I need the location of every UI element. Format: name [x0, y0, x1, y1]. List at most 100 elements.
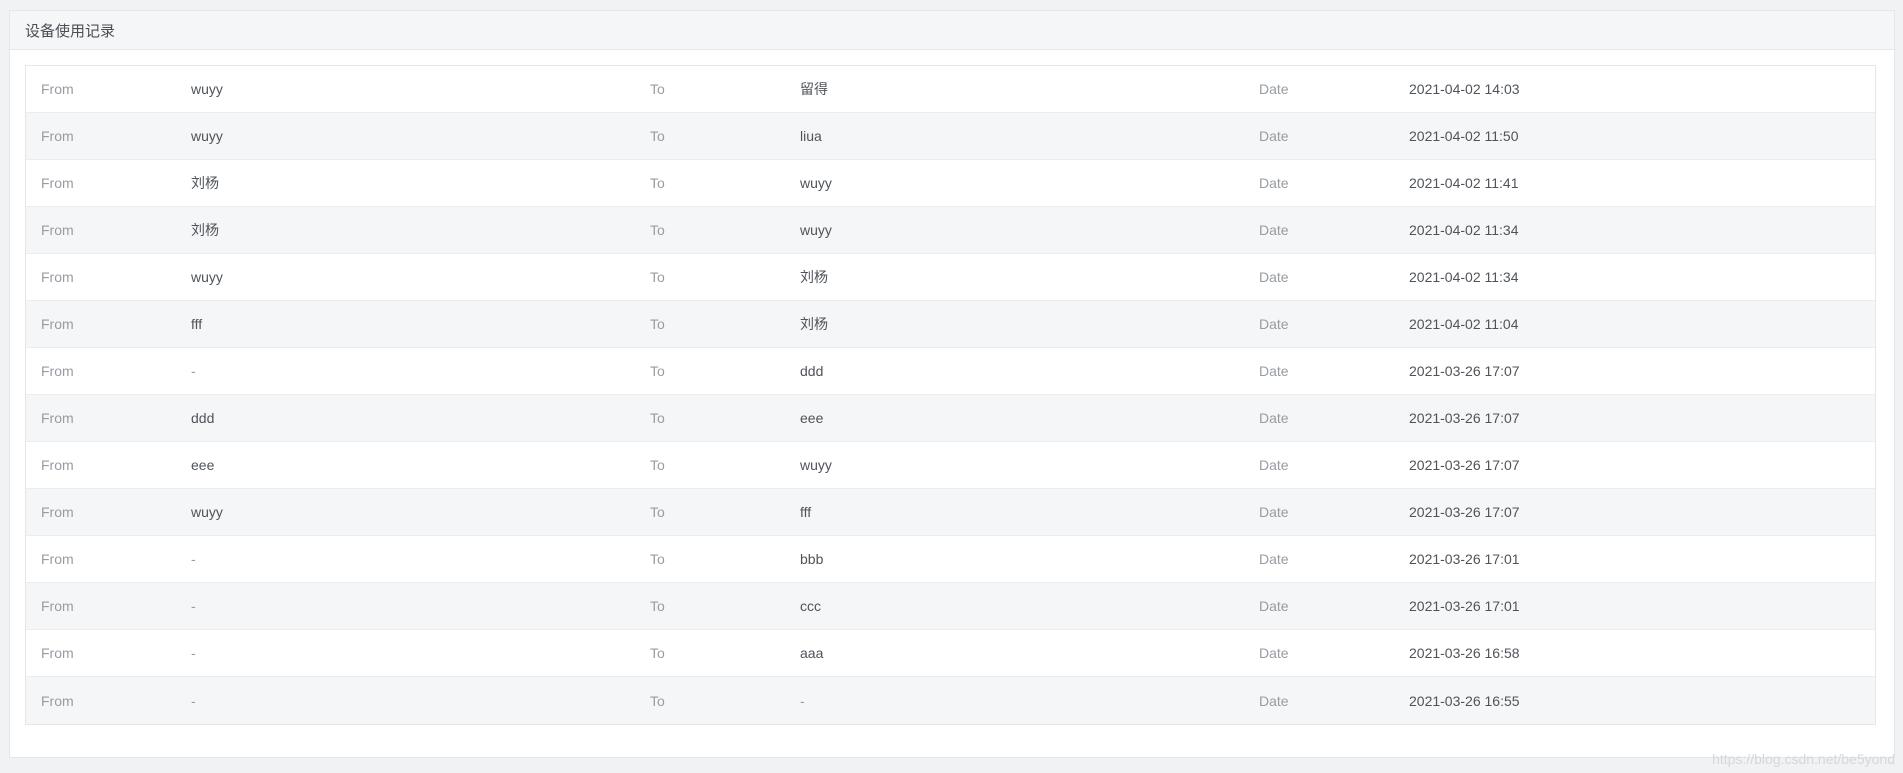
- date-value: 2021-03-26 17:07: [1409, 504, 1520, 520]
- to-value: liua: [800, 128, 822, 144]
- to-label: To: [650, 269, 665, 285]
- record-row: From 刘杨 To wuyy Date 2021-04-02 11:34: [26, 207, 1875, 254]
- to-label: To: [650, 457, 665, 473]
- device-usage-panel: 设备使用记录 From wuyy To 留得 Date 2021-04-02 1…: [9, 10, 1895, 758]
- date-label: Date: [1259, 316, 1289, 332]
- date-value: 2021-03-26 17:07: [1409, 410, 1520, 426]
- date-label: Date: [1259, 504, 1289, 520]
- record-row: From wuyy To fff Date 2021-03-26 17:07: [26, 489, 1875, 536]
- from-value: 刘杨: [191, 175, 219, 191]
- to-label: To: [650, 645, 665, 661]
- date-label: Date: [1259, 598, 1289, 614]
- record-row: From 刘杨 To wuyy Date 2021-04-02 11:41: [26, 160, 1875, 207]
- date-value: 2021-04-02 11:41: [1409, 175, 1519, 191]
- from-value: fff: [191, 316, 203, 332]
- from-value: wuyy: [191, 269, 223, 285]
- from-label: From: [41, 363, 74, 379]
- from-label: From: [41, 457, 74, 473]
- from-value: eee: [191, 457, 215, 473]
- usage-records-list: From wuyy To 留得 Date 2021-04-02 14:03 Fr…: [25, 65, 1876, 725]
- to-label: To: [650, 222, 665, 238]
- date-label: Date: [1259, 645, 1289, 661]
- to-label: To: [650, 598, 665, 614]
- date-value: 2021-04-02 11:50: [1409, 128, 1519, 144]
- record-row: From wuyy To liua Date 2021-04-02 11:50: [26, 113, 1875, 160]
- to-label: To: [650, 175, 665, 191]
- record-row: From ddd To eee Date 2021-03-26 17:07: [26, 395, 1875, 442]
- to-label: To: [650, 363, 665, 379]
- date-label: Date: [1259, 81, 1289, 97]
- from-value: -: [191, 692, 196, 709]
- record-row: From - To bbb Date 2021-03-26 17:01: [26, 536, 1875, 583]
- from-value: -: [191, 645, 196, 661]
- from-label: From: [41, 222, 74, 238]
- date-label: Date: [1259, 410, 1289, 426]
- to-value: eee: [800, 410, 824, 426]
- to-value: 刘杨: [800, 316, 828, 332]
- panel-title: 设备使用记录: [25, 22, 116, 40]
- watermark: https://blog.csdn.net/be5yond: [1712, 751, 1895, 767]
- date-label: Date: [1259, 128, 1289, 144]
- from-value: wuyy: [191, 81, 223, 97]
- date-label: Date: [1259, 175, 1289, 191]
- to-value: ccc: [800, 598, 821, 614]
- from-label: From: [41, 598, 74, 614]
- from-value: wuyy: [191, 128, 223, 144]
- to-label: To: [650, 128, 665, 144]
- date-value: 2021-04-02 14:03: [1409, 81, 1520, 97]
- date-label: Date: [1259, 363, 1289, 379]
- from-label: From: [41, 175, 74, 191]
- record-row: From - To ddd Date 2021-03-26 17:07: [26, 348, 1875, 395]
- date-value: 2021-04-02 11:04: [1409, 316, 1519, 332]
- from-label: From: [41, 410, 74, 426]
- to-label: To: [650, 410, 665, 426]
- to-value: fff: [800, 504, 812, 520]
- to-label: To: [650, 551, 665, 567]
- date-value: 2021-03-26 16:55: [1409, 692, 1520, 709]
- date-value: 2021-04-02 11:34: [1409, 269, 1519, 285]
- from-label: From: [41, 128, 74, 144]
- to-value: 留得: [800, 81, 828, 97]
- date-label: Date: [1259, 457, 1289, 473]
- to-value: bbb: [800, 551, 824, 567]
- date-value: 2021-03-26 16:58: [1409, 645, 1520, 661]
- date-value: 2021-04-02 11:34: [1409, 222, 1519, 238]
- date-label: Date: [1259, 222, 1289, 238]
- date-value: 2021-03-26 17:01: [1409, 598, 1520, 614]
- to-label: To: [650, 81, 665, 97]
- from-label: From: [41, 316, 74, 332]
- from-label: From: [41, 81, 74, 97]
- from-value: wuyy: [191, 504, 223, 520]
- date-value: 2021-03-26 17:07: [1409, 363, 1520, 379]
- record-row: From eee To wuyy Date 2021-03-26 17:07: [26, 442, 1875, 489]
- to-label: To: [650, 504, 665, 520]
- to-value: 刘杨: [800, 269, 828, 285]
- date-value: 2021-03-26 17:07: [1409, 457, 1520, 473]
- record-row: From - To ccc Date 2021-03-26 17:01: [26, 583, 1875, 630]
- date-label: Date: [1259, 269, 1289, 285]
- from-value: -: [191, 363, 196, 379]
- from-label: From: [41, 551, 74, 567]
- from-label: From: [41, 269, 74, 285]
- from-value: -: [191, 598, 196, 614]
- date-label: Date: [1259, 692, 1289, 709]
- date-label: Date: [1259, 551, 1289, 567]
- from-value: -: [191, 551, 196, 567]
- from-label: From: [41, 645, 74, 661]
- to-label: To: [650, 692, 665, 709]
- record-row: From - To aaa Date 2021-03-26 16:58: [26, 630, 1875, 677]
- to-value: -: [800, 692, 805, 709]
- to-value: aaa: [800, 645, 824, 661]
- record-row: From wuyy To 刘杨 Date 2021-04-02 11:34: [26, 254, 1875, 301]
- to-value: wuyy: [800, 457, 832, 473]
- from-value: ddd: [191, 410, 215, 426]
- to-label: To: [650, 316, 665, 332]
- record-row: From wuyy To 留得 Date 2021-04-02 14:03: [26, 66, 1875, 113]
- record-row: From - To - Date 2021-03-26 16:55: [26, 677, 1875, 724]
- from-label: From: [41, 692, 74, 709]
- to-value: wuyy: [800, 222, 832, 238]
- to-value: ddd: [800, 363, 824, 379]
- panel-header: 设备使用记录: [10, 11, 1894, 50]
- record-row: From fff To 刘杨 Date 2021-04-02 11:04: [26, 301, 1875, 348]
- date-value: 2021-03-26 17:01: [1409, 551, 1520, 567]
